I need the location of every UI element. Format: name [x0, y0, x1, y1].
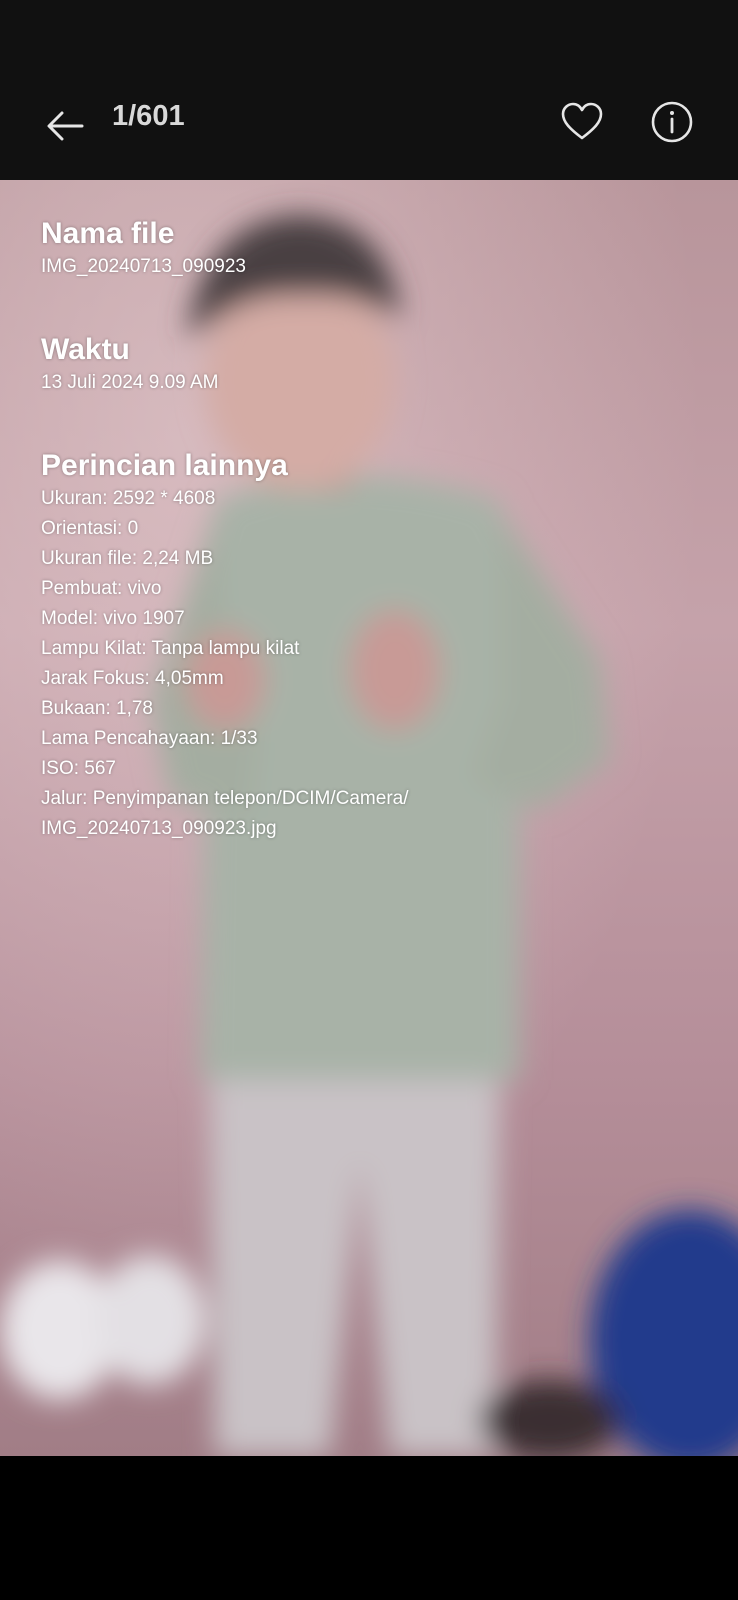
detail-exposure: Lama Pencahayaan: 1/33 — [41, 728, 258, 749]
detail-path-filename: IMG_20240713_090923.jpg — [41, 818, 277, 839]
detail-path: Jalur: Penyimpanan telepon/DCIM/Camera/ — [41, 788, 409, 809]
bottom-bar — [0, 1456, 738, 1600]
filename-title: Nama file — [41, 217, 175, 250]
favorite-button[interactable] — [560, 100, 604, 144]
detail-file-size: Ukuran file: 2,24 MB — [41, 548, 214, 569]
other-details-title: Perincian lainnya — [41, 449, 288, 482]
status-bar-area — [0, 0, 738, 90]
detail-orientation: Orientasi: 0 — [41, 518, 139, 539]
detail-iso: ISO: 567 — [41, 758, 116, 779]
info-button[interactable] — [650, 100, 694, 144]
viewer-toolbar: 1/601 — [0, 90, 738, 180]
time-value: 13 Juli 2024 9.09 AM — [41, 372, 219, 393]
detail-focal-length: Jarak Fokus: 4,05mm — [41, 668, 224, 689]
heart-icon — [561, 102, 603, 140]
detail-maker: Pembuat: vivo — [41, 578, 162, 599]
filename-value: IMG_20240713_090923 — [41, 256, 246, 277]
time-title: Waktu — [41, 333, 130, 366]
detail-size: Ukuran: 2592 * 4608 — [41, 488, 216, 509]
detail-flash: Lampu Kilat: Tanpa lampu kilat — [41, 638, 300, 659]
info-icon — [651, 101, 693, 143]
photo-view[interactable]: Nama file IMG_20240713_090923 Waktu 13 J… — [0, 180, 738, 1456]
image-counter: 1/601 — [112, 100, 185, 132]
arrow-left-icon — [47, 111, 84, 141]
detail-model: Model: vivo 1907 — [41, 608, 185, 629]
back-button[interactable] — [44, 104, 88, 148]
detail-aperture: Bukaan: 1,78 — [41, 698, 153, 719]
photo-details-panel: Nama file IMG_20240713_090923 Waktu 13 J… — [41, 216, 701, 844]
